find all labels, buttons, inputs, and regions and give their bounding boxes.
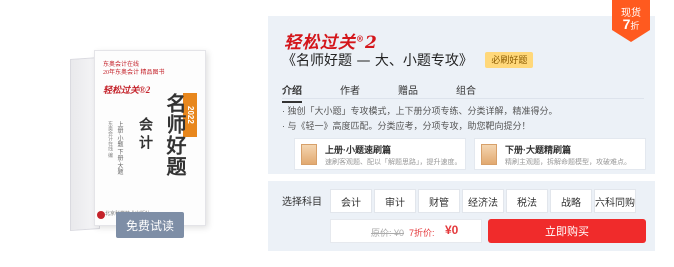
book-logo-sub: 20年东奥会计 精品图书 [103,70,165,76]
subject-option-economic-law[interactable]: 经济法 [462,189,504,213]
book-icon [301,144,317,165]
detail-tabs: 介绍 作者 赠品 组合 [282,82,514,103]
tab-author[interactable]: 作者 [340,82,360,103]
product-tag: 必刷好题 [485,52,534,68]
volume-card-title: 下册·大题精刷篇 [505,145,571,155]
product-info-panel: 轻松过关®2 《名师好题 — 大、小题专攻》 必刷好题 介绍 作者 赠品 组合 … [268,16,655,174]
book-subject: 会计 [137,117,153,153]
subject-option-tax[interactable]: 税法 [506,189,548,213]
price-box: 原价: ¥0 7折价: ¥0 [330,219,482,243]
tab-bundle[interactable]: 组合 [456,82,476,103]
discount-label: 7折价: [409,228,435,238]
book-logo-text: 东奥会计在线 [103,62,140,68]
book-subtitle: 上册·小题 下册·大题 [116,121,122,175]
subject-option-accounting[interactable]: 会计 [330,189,372,213]
free-trial-button[interactable]: 免费试读 [116,212,184,238]
tab-intro[interactable]: 介绍 [282,82,302,103]
tab-divider [282,98,644,99]
tab-gift[interactable]: 赠品 [398,82,418,103]
book-editor: 东奥会计在线 编 [107,121,113,158]
description-line: · 与《轻一》高度匹配。分类应考，分项专攻，助您靶向提分！ [282,121,531,131]
book-logo: 东奥会计在线 20年东奥会计 精品图书 [103,61,165,77]
product-page: 东奥会计在线 20年东奥会计 精品图书 轻松过关®2 2022 名师好题 会计 … [0,0,674,267]
product-description: · 独创「大小题」专攻模式，上下册分项专练、分类详解，精准得分。 · 与《轻一》… [282,104,558,134]
volume-cards: 上册·小题速刷篇 速刷客观题、配以「解题思路」，提升速度。 下册·大题精刷篇 精… [294,138,646,170]
book-cover-image: 东奥会计在线 20年东奥会计 精品图书 轻松过关®2 2022 名师好题 会计 … [70,50,210,232]
product-title: 《名师好题 — 大、小题专攻》 [282,53,473,69]
subject-select-label: 选择科目 [282,197,322,208]
badge-discount-unit: 折 [630,21,640,31]
description-line: · 独创「大小题」专攻模式，上下册分项专练、分类详解，精准得分。 [282,106,558,116]
subject-option-audit[interactable]: 审计 [374,189,416,213]
volume-card-subtitle: 精刷主观题，拆解命题模型，攻破难点。 [505,159,631,166]
publisher-logo-icon [97,211,105,219]
buy-now-button[interactable]: 立即购买 [488,219,646,243]
final-price: ¥0 [445,223,459,237]
book-front-cover: 东奥会计在线 20年东奥会计 精品图书 轻松过关®2 2022 名师好题 会计 … [94,50,206,226]
original-price: 原价: ¥0 [371,228,405,238]
volume-card-title: 上册·小题速刷篇 [325,145,391,155]
discount-badge: 现货 7折 [612,0,650,42]
badge-discount: 7折 [612,16,650,32]
volume-card-upper: 上册·小题速刷篇 速刷客观题、配以「解题思路」，提升速度。 [294,138,466,170]
volume-card-lower: 下册·大题精刷篇 精刷主观题，拆解命题模型，攻破难点。 [474,138,646,170]
book-title: 名师好题 [163,93,187,177]
subject-option-all-six[interactable]: 六科同购 [594,189,636,213]
subject-options: 会计 审计 财管 经济法 税法 战略 六科同购 [330,189,636,213]
book-icon [481,144,497,165]
book-preview: 东奥会计在线 20年东奥会计 精品图书 轻松过关®2 2022 名师好题 会计 … [0,0,258,267]
title-row: 《名师好题 — 大、小题专攻》 必刷好题 [282,50,534,69]
subject-option-strategy[interactable]: 战略 [550,189,592,213]
subject-option-finance[interactable]: 财管 [418,189,460,213]
book-brand: 轻松过关®2 [103,85,151,95]
volume-card-subtitle: 速刷客观题、配以「解题思路」，提升速度。 [325,159,462,166]
purchase-panel: 选择科目 会计 审计 财管 经济法 税法 战略 六科同购 原价: ¥0 7折价:… [268,181,655,251]
series-brand-mark: ® [356,33,365,44]
